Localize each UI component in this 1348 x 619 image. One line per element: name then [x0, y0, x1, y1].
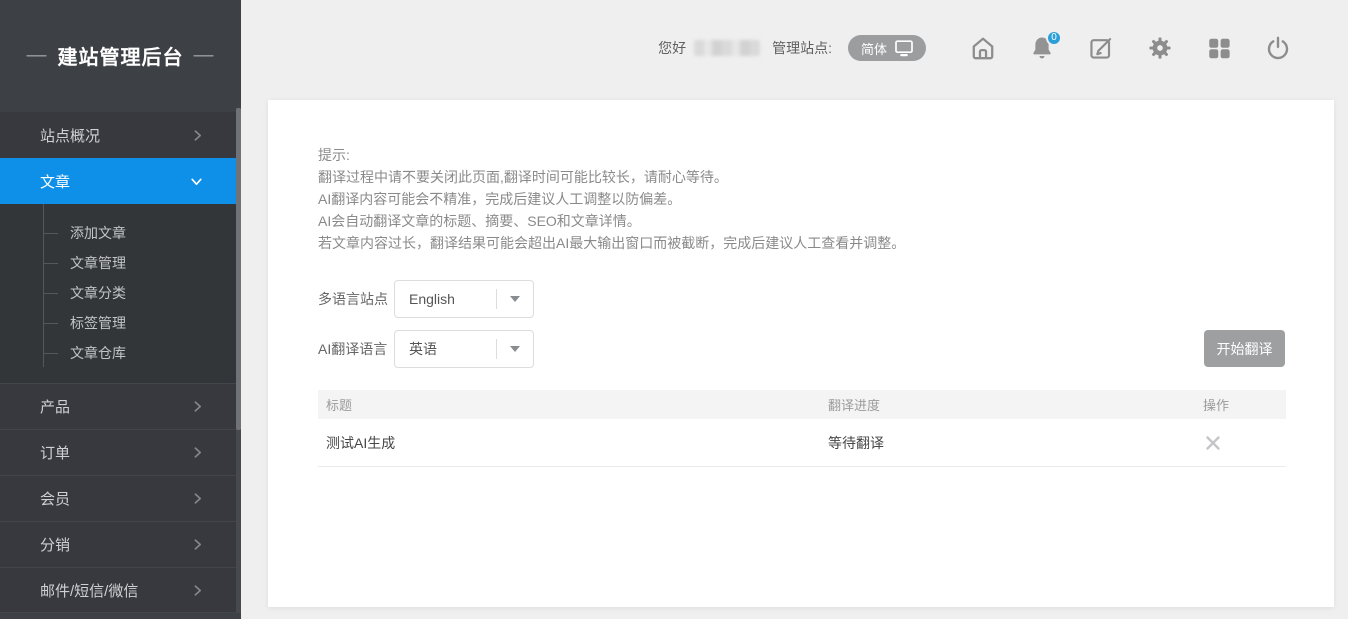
submenu-item-add-article[interactable]: 添加文章 — [0, 218, 236, 248]
articles-submenu: 添加文章 文章管理 文章分类 标签管理 文章仓库 — [0, 204, 236, 383]
sidebar-scrollbar-thumb[interactable] — [236, 108, 241, 430]
logo-dash: — — [27, 44, 48, 67]
tip-line: AI会自动翻译文章的标题、摘要、SEO和文章详情。 — [318, 210, 1286, 232]
sidebar-item-products[interactable]: 产品 — [0, 383, 236, 429]
apps-grid-icon[interactable] — [1206, 35, 1232, 61]
sidebar-item-articles[interactable]: 文章 — [0, 158, 236, 204]
submenu-item-article-management[interactable]: 文章管理 — [0, 248, 236, 278]
chevron-right-icon — [191, 584, 204, 597]
chevron-right-icon — [191, 400, 204, 413]
sidebar-menu: 站点概况 文章 添加文章 文章管理 文章分类 标签管理 文章仓库 产品 订单 — [0, 112, 236, 613]
chevron-right-icon — [191, 446, 204, 459]
username-redacted — [694, 40, 760, 56]
power-icon[interactable] — [1265, 35, 1291, 61]
multilang-site-value: English — [395, 291, 496, 307]
column-header-title: 标题 — [318, 395, 820, 414]
sidebar-item-site-overview[interactable]: 站点概况 — [0, 112, 236, 158]
submenu-item-article-category[interactable]: 文章分类 — [0, 278, 236, 308]
submenu-item-tag-management[interactable]: 标签管理 — [0, 308, 236, 338]
select-arrow — [497, 296, 533, 302]
notification-badge: 0 — [1046, 30, 1062, 46]
sidebar-item-label: 邮件/短信/微信 — [40, 580, 138, 601]
caret-down-icon — [510, 346, 520, 352]
sidebar-item-mail-sms-wechat[interactable]: 邮件/短信/微信 — [0, 567, 236, 613]
close-icon[interactable] — [1203, 433, 1223, 453]
sidebar-item-label: 会员 — [40, 488, 70, 509]
topbar: 您好 管理站点: 简体 0 — [241, 0, 1348, 96]
sidebar: — 建站管理后台 — 站点概况 文章 添加文章 文章管理 文章分类 标签管理 文… — [0, 0, 241, 619]
manage-site-label: 管理站点: — [772, 38, 832, 58]
table-header: 标题 翻译进度 操作 — [318, 390, 1286, 419]
sidebar-item-label: 产品 — [40, 396, 70, 417]
tip-line: AI翻译内容可能会不精准，完成后建议人工调整以防偏差。 — [318, 188, 1286, 210]
row-progress: 等待翻译 — [820, 433, 1195, 453]
multilang-site-select[interactable]: English — [394, 280, 534, 318]
sidebar-item-label: 文章 — [40, 171, 70, 192]
sidebar-item-label: 分销 — [40, 534, 70, 555]
sidebar-item-orders[interactable]: 订单 — [0, 429, 236, 475]
tips-title: 提示: — [318, 144, 1286, 166]
edit-icon[interactable] — [1088, 35, 1114, 61]
sidebar-item-label: 站点概况 — [40, 125, 100, 146]
sidebar-item-label: 订单 — [40, 442, 70, 463]
chevron-right-icon — [191, 129, 204, 142]
topbar-icons: 0 — [970, 35, 1291, 61]
bell-icon[interactable]: 0 — [1029, 35, 1055, 61]
greeting-text: 您好 — [658, 38, 686, 58]
ai-language-label: AI翻译语言 — [318, 339, 394, 359]
site-language-pill[interactable]: 简体 — [848, 35, 926, 61]
start-translate-button[interactable]: 开始翻译 — [1204, 330, 1285, 367]
ai-language-select[interactable]: 英语 — [394, 330, 534, 368]
row-title: 测试AI生成 — [318, 433, 820, 453]
tips-block: 提示: 翻译过程中请不要关闭此页面,翻译时间可能比较长，请耐心等待。 AI翻译内… — [318, 144, 1286, 254]
caret-down-icon — [510, 296, 520, 302]
sidebar-item-distribution[interactable]: 分销 — [0, 521, 236, 567]
tip-line: 若文章内容过长，翻译结果可能会超出AI最大输出窗口而被截断，完成后建议人工查看并… — [318, 232, 1286, 254]
tip-line: 翻译过程中请不要关闭此页面,翻译时间可能比较长，请耐心等待。 — [318, 166, 1286, 188]
sidebar-item-members[interactable]: 会员 — [0, 475, 236, 521]
chevron-down-icon — [189, 175, 204, 188]
multilang-site-label: 多语言站点 — [318, 289, 394, 309]
monitor-icon — [895, 40, 913, 57]
column-header-progress: 翻译进度 — [820, 395, 1195, 414]
gear-icon[interactable] — [1147, 35, 1173, 61]
home-icon[interactable] — [970, 35, 996, 61]
table-row: 测试AI生成 等待翻译 — [318, 419, 1286, 467]
logo-dash: — — [194, 44, 215, 67]
content-card: 提示: 翻译过程中请不要关闭此页面,翻译时间可能比较长，请耐心等待。 AI翻译内… — [268, 100, 1334, 607]
submenu-item-article-repository[interactable]: 文章仓库 — [0, 338, 236, 368]
column-header-action: 操作 — [1195, 395, 1286, 414]
app-logo: — 建站管理后台 — — [0, 0, 241, 110]
translate-form: 多语言站点 English AI翻译语言 英语 — [318, 280, 1286, 368]
site-language-label: 简体 — [861, 39, 887, 58]
chevron-right-icon — [191, 492, 204, 505]
translate-table: 标题 翻译进度 操作 测试AI生成 等待翻译 — [318, 390, 1286, 467]
select-arrow — [497, 346, 533, 352]
chevron-right-icon — [191, 538, 204, 551]
app-title: 建站管理后台 — [58, 41, 184, 70]
ai-language-value: 英语 — [395, 339, 496, 359]
